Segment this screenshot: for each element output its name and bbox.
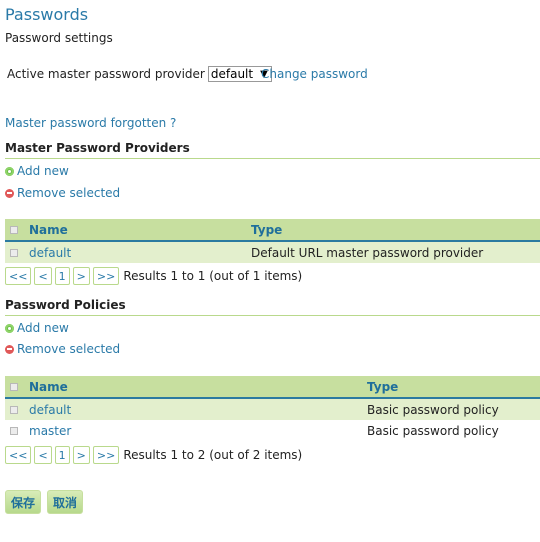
- pager-page-button[interactable]: 1: [54, 267, 70, 285]
- providers-remove-selected[interactable]: Remove selected: [5, 186, 120, 200]
- policies-table-header: Name Type: [5, 376, 540, 399]
- change-password-link[interactable]: Change password: [261, 67, 368, 81]
- page-subtitle: Password settings: [5, 31, 113, 45]
- policies-name-header[interactable]: Name: [5, 376, 367, 399]
- policies-type-header[interactable]: Type: [367, 376, 540, 399]
- policies-add-new[interactable]: Add new: [5, 321, 69, 335]
- pager-next-button[interactable]: >: [72, 446, 90, 464]
- table-row: default Default URL master password prov…: [5, 241, 540, 263]
- policies-table: Name Type default Basic password policy …: [5, 376, 540, 441]
- providers-table-header: Name Type: [5, 219, 540, 242]
- provider-type: Default URL master password provider: [251, 241, 540, 263]
- save-button[interactable]: 保存: [5, 490, 42, 514]
- select-all-checkbox[interactable]: [10, 383, 18, 391]
- policy-type: Basic password policy: [367, 423, 499, 438]
- pager-prev-button[interactable]: <: [34, 267, 52, 285]
- providers-table: Name Type default Default URL master pas…: [5, 219, 540, 263]
- policies-remove-selected[interactable]: Remove selected: [5, 342, 120, 356]
- policies-add-new-link[interactable]: Add new: [17, 321, 69, 335]
- pager-results-text: Results 1 to 2 (out of 2 items): [123, 448, 303, 462]
- pager-first-button[interactable]: <<: [5, 446, 32, 464]
- page-title: Passwords: [5, 5, 89, 24]
- providers-section-title: Master Password Providers: [5, 141, 540, 159]
- remove-icon: [5, 344, 14, 354]
- policy-name-link[interactable]: master: [29, 424, 71, 438]
- providers-remove-selected-link[interactable]: Remove selected: [17, 186, 120, 200]
- pager-results-text: Results 1 to 1 (out of 1 items): [123, 269, 303, 283]
- pager-next-button[interactable]: >: [72, 267, 90, 285]
- row-checkbox[interactable]: [10, 249, 18, 257]
- master-password-forgotten-link[interactable]: Master password forgotten ?: [5, 116, 176, 130]
- pager-last-button[interactable]: >>: [92, 446, 120, 464]
- pager-prev-button[interactable]: <: [34, 446, 52, 464]
- pager-page-button[interactable]: 1: [54, 446, 70, 464]
- select-all-checkbox[interactable]: [10, 226, 18, 234]
- add-icon: [5, 166, 14, 176]
- policies-pager: << < 1 > >> Results 1 to 2 (out of 2 ite…: [5, 446, 302, 464]
- provider-name-link[interactable]: default: [29, 246, 71, 260]
- add-icon: [5, 323, 14, 333]
- providers-add-new-link[interactable]: Add new: [17, 164, 69, 178]
- providers-name-header[interactable]: Name: [5, 219, 251, 242]
- table-row: master Basic password policy: [5, 420, 540, 441]
- policies-section-title: Password Policies: [5, 298, 540, 316]
- policies-remove-selected-link[interactable]: Remove selected: [17, 342, 120, 356]
- row-checkbox[interactable]: [10, 427, 18, 435]
- table-row: default Basic password policy: [5, 398, 540, 420]
- cancel-button[interactable]: 取消: [47, 490, 84, 514]
- pager-first-button[interactable]: <<: [5, 267, 32, 285]
- row-checkbox[interactable]: [10, 406, 18, 414]
- pager-last-button[interactable]: >>: [92, 267, 120, 285]
- master-provider-row: Active master password provider default …: [7, 66, 272, 82]
- remove-icon: [5, 188, 14, 198]
- providers-type-header[interactable]: Type: [251, 219, 540, 242]
- master-provider-label: Active master password provider: [7, 67, 205, 81]
- policy-name-link[interactable]: default: [29, 403, 71, 417]
- providers-add-new[interactable]: Add new: [5, 164, 69, 178]
- providers-pager: << < 1 > >> Results 1 to 1 (out of 1 ite…: [5, 267, 302, 285]
- form-actions: 保存 取消: [5, 490, 84, 514]
- master-provider-selected: default: [210, 67, 254, 81]
- policy-type: Basic password policy: [367, 398, 540, 420]
